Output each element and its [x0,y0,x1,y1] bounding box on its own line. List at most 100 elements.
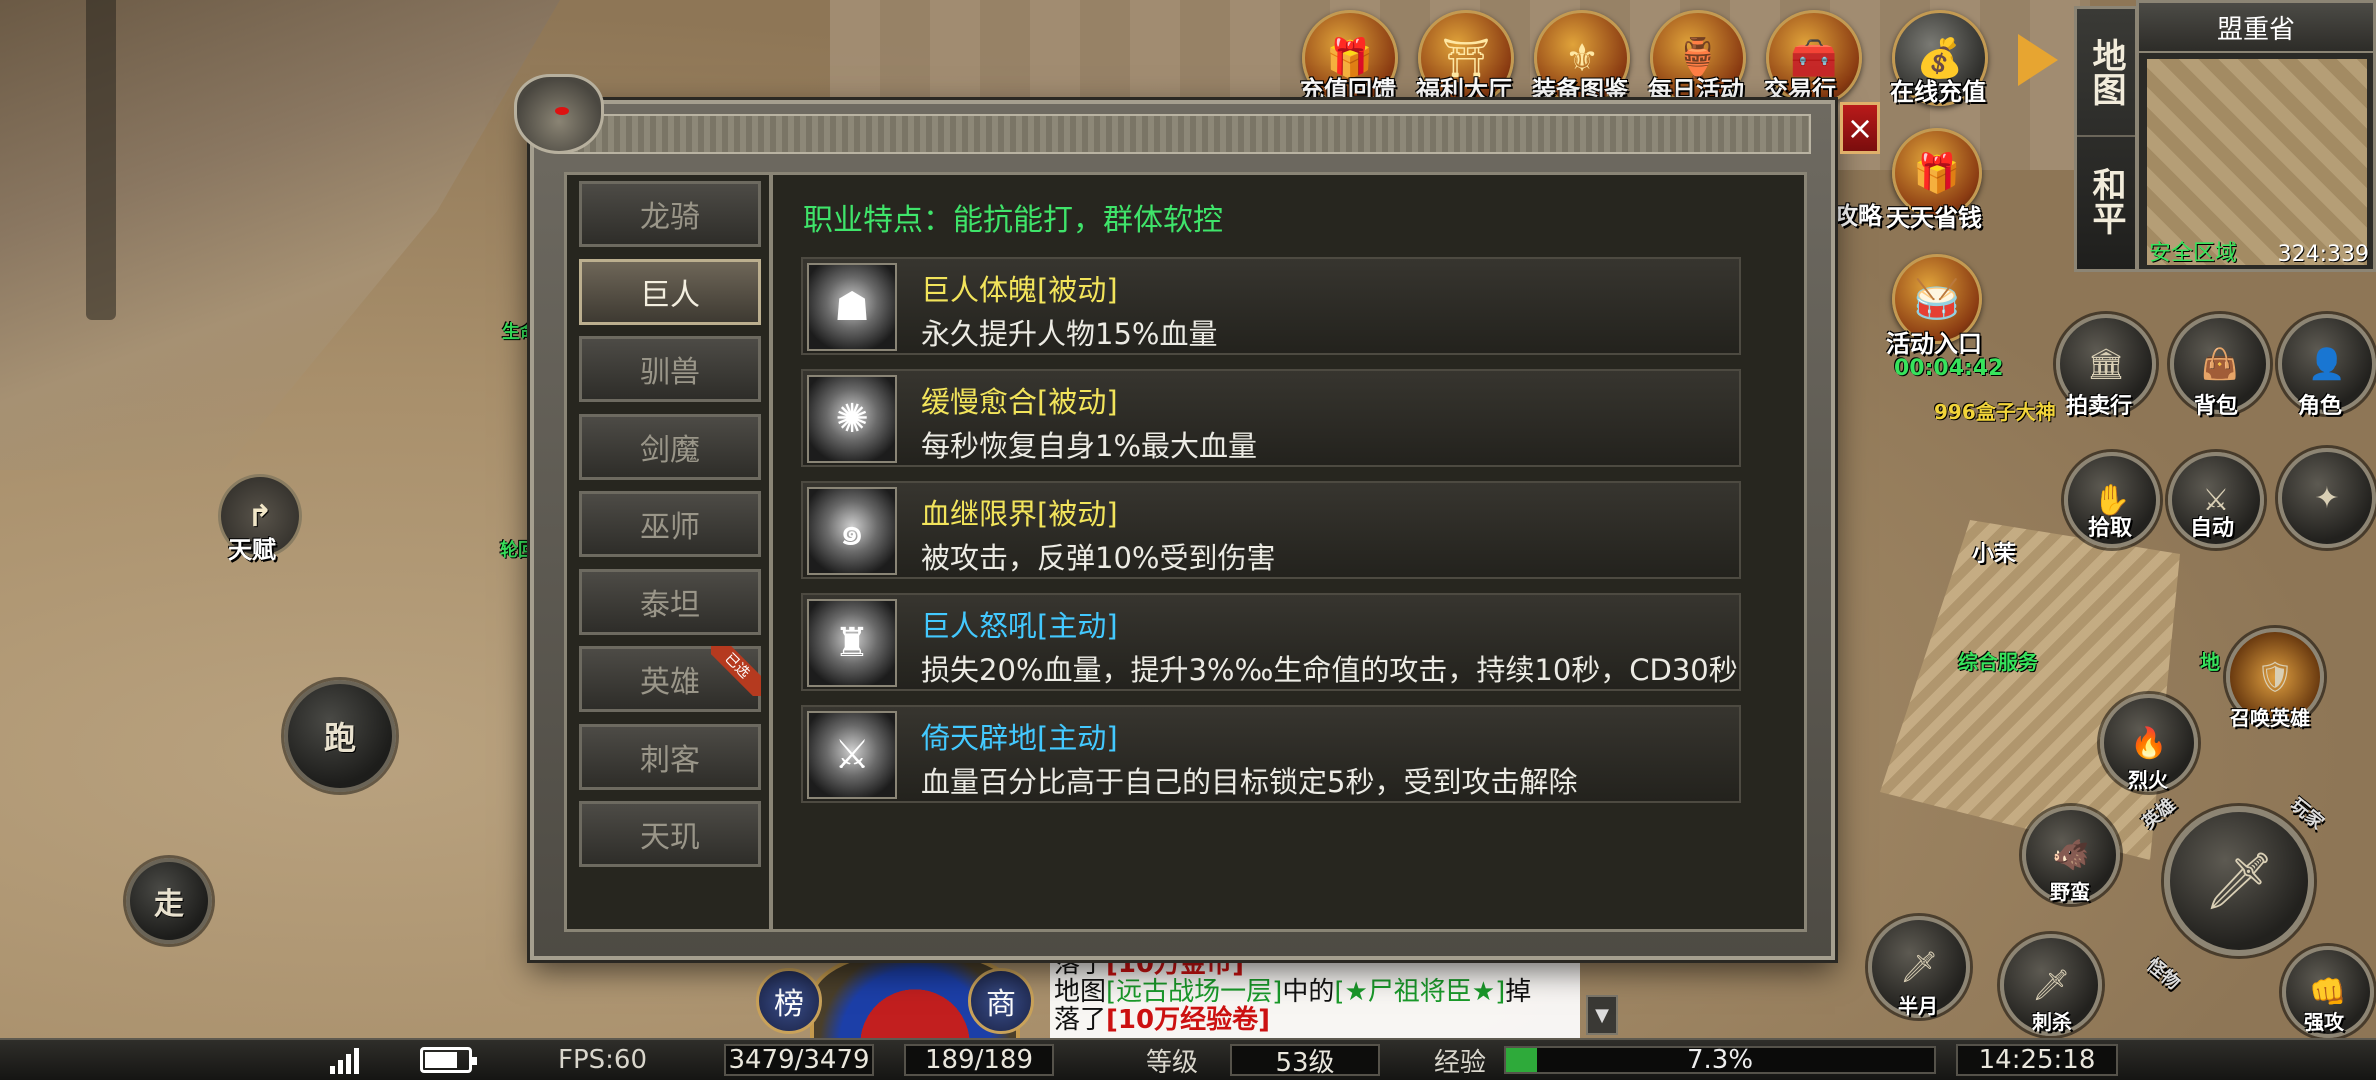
drum-icon: 🥁 [1913,276,1961,321]
tab-label: 巨人 [640,277,700,313]
charge-icon: 🐗 [2052,837,2090,873]
walk-label: 走 [154,887,184,922]
tab-titan[interactable]: 泰坦 [579,568,761,635]
status-bar: FPS:60 3479/3479 189/189 等级 53级 经验 7.3% … [0,1038,2376,1080]
mp-value: 189/189 [904,1044,1054,1076]
charge-label: 野蛮 [2050,880,2090,904]
chat-expand-button[interactable]: ▼ [1586,995,1618,1035]
skill-name: 缓慢愈合[被动] [921,385,1118,419]
tab-hero[interactable]: 英雄 已选 [579,646,761,712]
tab-label: 剑魔 [640,432,700,468]
tab-label: 龙骑 [640,200,700,235]
shop-button[interactable]: 商 [968,968,1034,1034]
map-button[interactable]: 地图 [2077,9,2135,137]
skill-row[interactable]: ☗ 巨人体魄[被动] 永久提升人物15%血量 [801,257,1741,355]
dialog-content: 龙骑 巨人 驯兽 剑魔 巫师 泰坦 英雄 已选 刺客 天玑 职业特点：能抗能打，群… [564,172,1807,932]
crescent-sword-icon: 🗡 [1899,949,1939,985]
chat-text: 落了 [1054,1005,1107,1035]
map-button-label: 地图 [2086,38,2126,106]
character-icon: 👤 [2308,346,2346,382]
service-npc-label[interactable]: 综合服务 [1958,646,2038,675]
tab-label: 巫师 [640,510,700,545]
online-recharge-label: 在线充值 [1890,78,1986,106]
target-monster-tab[interactable]: 怪物 [2142,951,2186,994]
fps-readout: FPS:60 [558,1045,647,1075]
player-name: 小茉 [1972,542,2017,567]
healing-burst-icon: ✺ [807,375,897,463]
close-button[interactable]: × [1840,102,1880,154]
exp-percent: 7.3% [1686,1045,1754,1075]
skill-description: 每秒恢复自身1%最大血量 [921,429,1258,463]
bag-label: 背包 [2194,394,2239,419]
chat-text: 地图 [1054,977,1107,1007]
skill-row[interactable]: ๑ 血继限界[被动] 被攻击，反弹10%受到伤害 [801,481,1741,579]
chat-map-link[interactable]: [远古战场一层] [1106,977,1282,1007]
pickup-label: 拾取 [2088,516,2133,541]
sword-icon: 🗡 [2203,849,2275,914]
tab-label: 刺客 [640,742,700,778]
compass-icon: ✦ [2314,480,2340,516]
tab-tianji[interactable]: 天玑 [579,801,761,867]
chevron-down-icon: ▼ [1595,1004,1609,1026]
selected-badge: 已选 [711,646,761,696]
strike-icon: 👊 [2309,974,2347,1010]
compass-button[interactable]: ✦ [2278,448,2376,548]
minimap[interactable]: 盟重省 安全区域 324:339 [2136,0,2376,272]
auction-label: 拍卖行 [2066,394,2133,419]
chat-text: 中的 [1282,977,1335,1007]
peace-mode-button[interactable]: 和平 [2077,137,2135,265]
class-info-dialog: 龙骑 巨人 驯兽 剑魔 巫师 泰坦 英雄 已选 刺客 天玑 职业特点：能抗能打，群… [514,74,1835,960]
chat-item-link[interactable]: [10万经验卷] [1106,1005,1270,1035]
summon-hero-label: 召唤英雄 [2230,706,2310,730]
attack-button[interactable]: 🗡 [2164,806,2314,956]
tab-dragon-knight[interactable]: 龙骑 [579,181,761,247]
expand-arrow-icon[interactable] [2018,34,2058,86]
level-value: 53级 [1230,1044,1380,1078]
auto-label: 自动 [2190,516,2235,541]
tab-wizard[interactable]: 巫师 [579,491,761,557]
selected-badge-label: 已选 [711,646,761,696]
skill-row[interactable]: ⚔ 倚天辟地[主动] 血量百分比高于自己的目标锁定5秒，受到攻击解除 [801,705,1741,803]
tab-divider [769,175,773,929]
character-label: 角色 [2298,394,2343,419]
chat-log[interactable]: 落了[10万金币] 地图[远古战场一层]中的[★尸祖将臣★]掉 落了[10万经验… [1050,950,1580,1038]
hp-value: 3479/3479 [724,1044,874,1076]
run-button[interactable]: 跑 [284,680,396,792]
auction-icon: 🏛 [2086,346,2126,382]
player-name: 996盒子大神 [1934,400,2056,424]
gift-box-icon: 🎁 [1913,150,1961,195]
skill-row[interactable]: ♜ 巨人怒吼[主动] 损失20%血量，提升3%‰生命值的攻击，持续10秒，CD3… [801,593,1741,691]
skill-name: 血继限界[被动] [921,497,1118,531]
tab-giant[interactable]: 巨人 [579,258,761,325]
close-icon: × [1846,109,1874,147]
exp-bar: 7.3% [1504,1045,1936,1075]
strike-label: 强攻 [2304,1010,2344,1034]
coordinates: 324:339 [2277,242,2369,267]
chat-boss-link[interactable]: [★尸祖将臣★] [1334,977,1505,1007]
tab-assassin[interactable]: 刺客 [579,723,761,790]
blood-swirl-icon: ๑ [807,487,897,575]
chat-line: 落了[10万经验卷] [1054,1006,1580,1034]
left-panel-strip[interactable] [86,0,116,320]
world-rock [0,0,560,470]
tab-beast-tamer[interactable]: 驯兽 [579,336,761,402]
ground-label: 地 [2200,650,2220,674]
skill-description: 血量百分比高于自己的目标锁定5秒，受到攻击解除 [921,765,1578,799]
tab-sword-demon[interactable]: 剑魔 [579,413,761,480]
battery-icon [420,1042,477,1078]
exp-label: 经验 [1434,1047,1487,1078]
region-name: 盟重省 [2139,3,2373,53]
guide-label[interactable]: 攻略 [1834,196,1882,231]
ranking-button[interactable]: 榜 [756,968,822,1034]
giant-roar-icon: ♜ [807,599,897,687]
signal-icon [330,1042,359,1078]
walk-button[interactable]: 走 [126,858,212,944]
dragon-ornament-icon [514,74,604,154]
clock: 14:25:18 [1956,1044,2118,1076]
level-label: 等级 [1146,1047,1199,1078]
skill-name: 巨人怒吼[主动] [921,609,1118,643]
skill-row[interactable]: ✺ 缓慢愈合[被动] 每秒恢复自身1%最大血量 [801,369,1741,467]
world-dune [1880,520,2180,860]
skill-description: 永久提升人物15%血量 [921,317,1218,351]
skill-description: 被攻击，反弹10%受到伤害 [921,541,1276,575]
